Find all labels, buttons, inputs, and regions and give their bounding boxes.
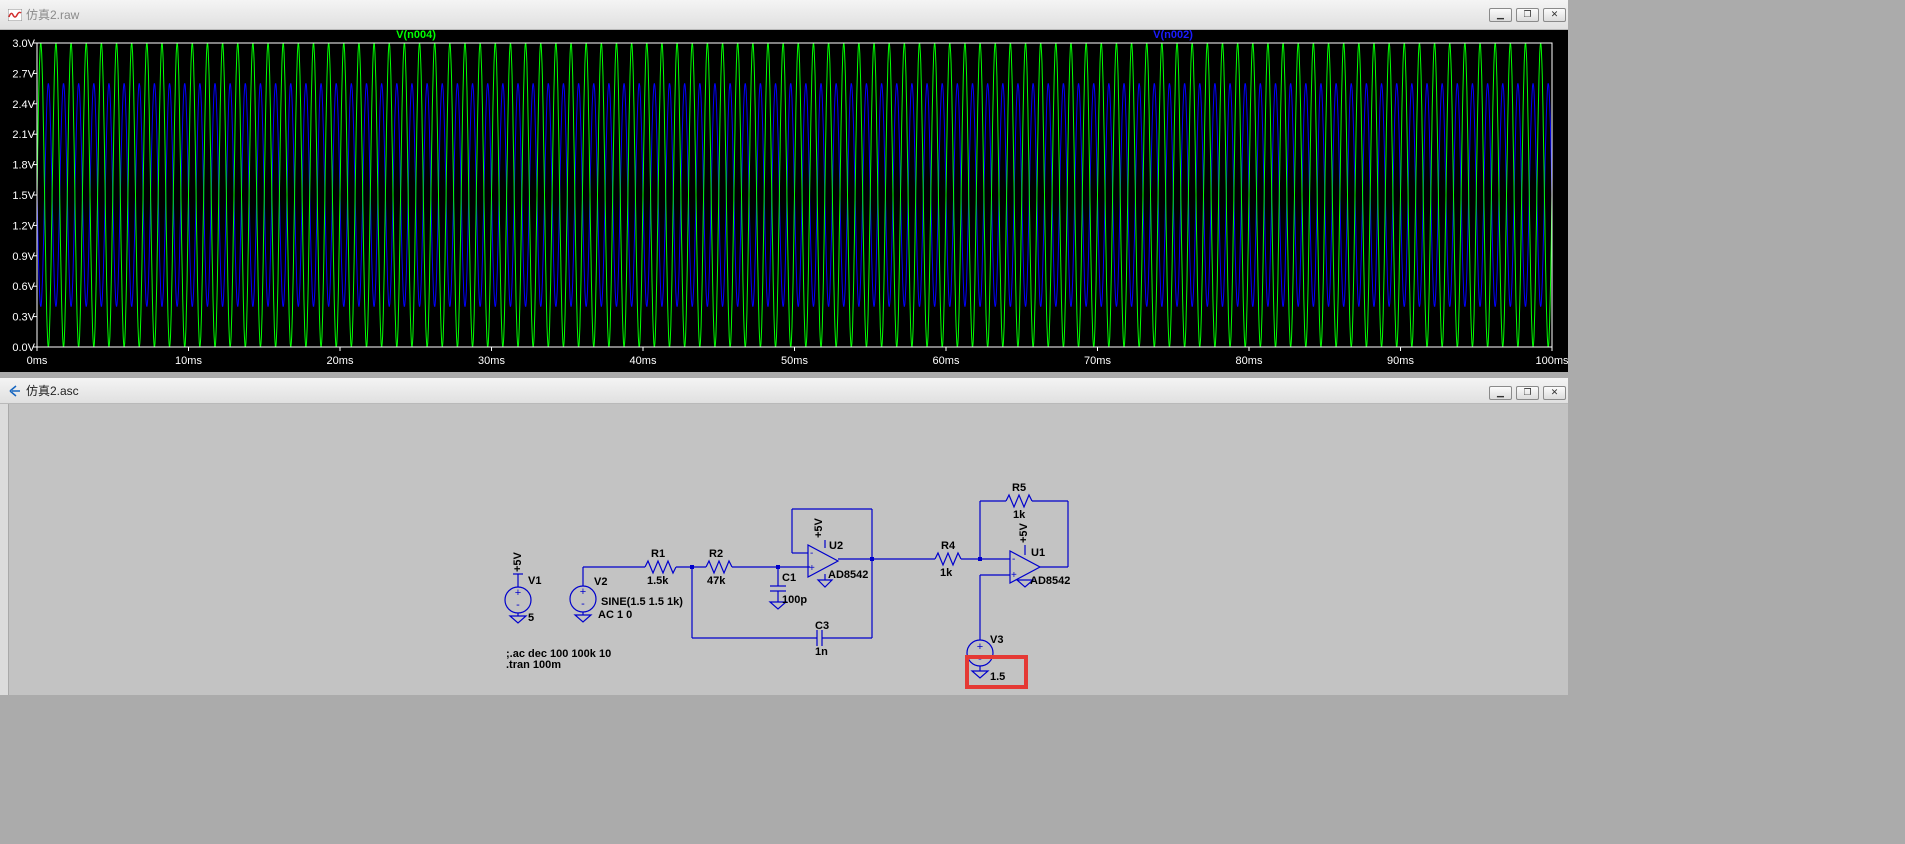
x-tick-label: 100ms	[1535, 355, 1568, 367]
y-tick-label: 0.6V	[12, 281, 35, 293]
r5-name-label: R5	[1012, 482, 1026, 494]
x-tick-label: 90ms	[1387, 355, 1414, 367]
v2-name-label: V2	[594, 576, 607, 588]
input-minus: -	[810, 548, 813, 559]
x-tick-label: 60ms	[933, 355, 960, 367]
v2-ac-label: AC 1 0	[598, 609, 632, 621]
x-tick-label: 20ms	[327, 355, 354, 367]
y-tick-label: 1.5V	[12, 190, 35, 202]
schematic-canvas[interactable]: + - +5V V1 5 + - V2 SINE(1.5 1.5 1k) AC …	[8, 404, 1568, 695]
c1-value-label: 100p	[782, 594, 807, 606]
c1-name-label: C1	[782, 572, 796, 584]
u1-supply-label: +5V	[1018, 522, 1030, 543]
x-tick-label: 80ms	[1236, 355, 1263, 367]
spice-directive-tran[interactable]: .tran 100m	[506, 659, 561, 671]
waveform-window-title: 仿真2.raw	[26, 8, 80, 22]
y-tick-label: 0.9V	[12, 251, 35, 263]
x-tick-label: 50ms	[781, 355, 808, 367]
input-plus: +	[1011, 570, 1017, 581]
x-tick-label: 10ms	[175, 355, 202, 367]
y-tick-label: 2.4V	[12, 99, 35, 111]
waveform-window: 仿真2.raw ▁ ❐ ✕ 0ms 10ms 20ms 30ms 40ms 50ms 60m…	[0, 0, 1568, 372]
schematic-icon	[9, 384, 20, 397]
r4-name-label: R4	[941, 540, 956, 552]
y-tick-label: 2.7V	[12, 68, 35, 80]
r5-resistor[interactable]	[1005, 493, 1033, 509]
y-tick-label: 1.2V	[12, 220, 35, 232]
v3-value-label: 1.5	[990, 671, 1005, 683]
u1-model-label: AD8542	[1030, 575, 1070, 587]
v1-value-label: 5	[528, 612, 534, 624]
input-plus: +	[809, 563, 815, 574]
polarity-plus: +	[515, 587, 521, 599]
u2-model-label: AD8542	[828, 569, 868, 581]
polarity-plus: +	[580, 586, 586, 598]
schematic-titlebar[interactable]: 仿真2.asc ▁ ❐ ✕	[0, 378, 1568, 404]
v1-name-label: V1	[528, 575, 541, 587]
v3-name-label: V3	[990, 634, 1003, 646]
polarity-minus: -	[581, 598, 585, 610]
y-tick-label: 3.0V	[12, 38, 35, 50]
c3-capacitor[interactable]	[816, 630, 823, 646]
close-button[interactable]: ✕	[1543, 386, 1566, 400]
restore-button[interactable]: ❐	[1516, 386, 1539, 400]
u2-name-label: U2	[829, 540, 843, 552]
polarity-plus: +	[977, 641, 983, 653]
u2-supply-label: +5V	[813, 517, 825, 538]
r2-value-label: 47k	[707, 575, 726, 587]
y-tick-label: 1.8V	[12, 160, 35, 172]
input-minus: -	[1012, 554, 1015, 565]
waveform-titlebar[interactable]: 仿真2.raw ▁ ❐ ✕	[0, 0, 1568, 30]
c3-name-label: C3	[815, 620, 829, 632]
minimize-button[interactable]: ▁	[1489, 386, 1512, 400]
y-tick-label: 2.1V	[12, 129, 35, 141]
r2-name-label: R2	[709, 548, 723, 560]
polarity-minus: -	[516, 599, 520, 611]
r4-value-label: 1k	[940, 567, 953, 579]
v1-supply-label: +5V	[512, 551, 524, 572]
r2-resistor[interactable]	[705, 559, 733, 575]
schematic-window-title: 仿真2.asc	[26, 384, 79, 398]
r5-value-label: 1k	[1013, 509, 1026, 521]
restore-button[interactable]: ❐	[1516, 8, 1539, 22]
x-tick-label: 40ms	[630, 355, 657, 367]
trace-label-v-n004[interactable]: V(n004)	[396, 30, 436, 41]
y-tick-label: 0.3V	[12, 312, 35, 324]
c3-value-label: 1n	[815, 646, 828, 658]
trace-label-v-n002[interactable]: V(n002)	[1153, 30, 1193, 41]
y-tick-label: 0.0V	[12, 342, 35, 354]
minimize-button[interactable]: ▁	[1489, 8, 1512, 22]
x-tick-label: 30ms	[478, 355, 505, 367]
u1-name-label: U1	[1031, 547, 1045, 559]
r1-resistor[interactable]	[644, 559, 677, 575]
v2-value-label: SINE(1.5 1.5 1k)	[601, 596, 683, 608]
waveform-icon	[8, 8, 22, 21]
x-tick-label: 0ms	[27, 355, 48, 367]
close-button[interactable]: ✕	[1543, 8, 1566, 22]
v2-voltage-source[interactable]: + -	[569, 567, 597, 623]
r1-name-label: R1	[651, 548, 665, 560]
schematic-window: 仿真2.asc ▁ ❐ ✕ + - +5V V1 5 + - V2 SINE(1…	[0, 378, 1568, 695]
waveform-plot[interactable]: 0ms 10ms 20ms 30ms 40ms 50ms 60ms 70ms 80ms 90ms 1…	[0, 30, 1568, 372]
x-tick-label: 70ms	[1084, 355, 1111, 367]
r4-resistor[interactable]	[934, 551, 962, 567]
r1-value-label: 1.5k	[647, 575, 669, 587]
